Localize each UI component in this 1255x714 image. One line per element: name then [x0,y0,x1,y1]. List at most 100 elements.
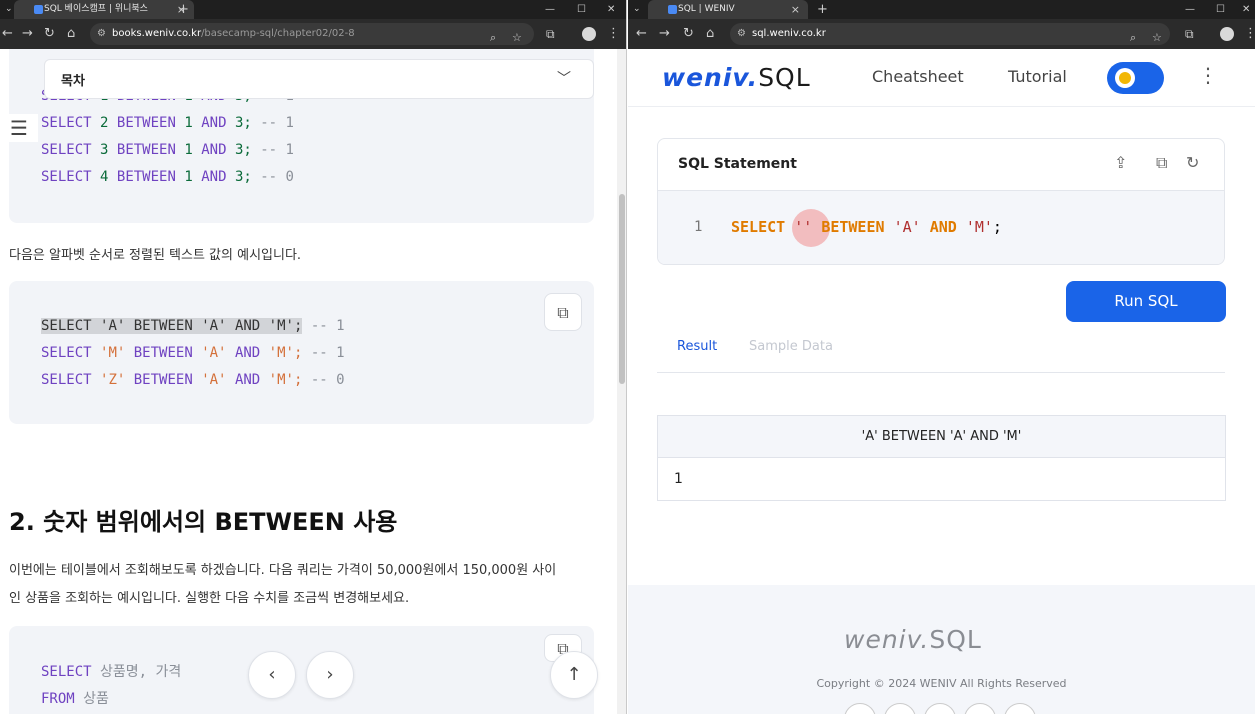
menu-hamburger-icon[interactable]: ☰ [0,114,38,142]
site-footer: weniv.SQL Copyright © 2024 WENIV All Rig… [628,585,1255,714]
code-line: SELECT 'A' BETWEEN 'A' AND 'M'; -- 1 [41,318,345,334]
browser-menu-icon[interactable]: ⋮ [607,25,620,43]
code-line: SELECT 3 BETWEEN 1 AND 3; -- 1 [41,142,294,158]
bookmark-star-icon[interactable]: ☆ [1152,27,1162,49]
url-path: /basecamp-sql/chapter02/02-8 [201,28,355,39]
tab-title: SQL 베이스캠프 | 위니북스 [44,4,148,14]
url-field[interactable]: ⚙ sql.weniv.co.kr ⌕ ☆ [730,23,1170,45]
forward-icon[interactable]: → [659,25,670,43]
extensions-icon[interactable]: ⧉ [546,25,555,43]
right-browser-window: ⌄ SQL | WENIV × + — ☐ ✕ ← → ↻ ⌂ ⚙ sql.we… [628,0,1255,714]
close-window-icon[interactable]: ✕ [607,0,615,19]
sql-editor-panel: SQL Statement ⇪ ⧉ ↻ 1 SELECT '' BETWEEN … [657,138,1225,265]
url-field[interactable]: ⚙ books.weniv.co.kr/basecamp-sql/chapter… [90,23,534,45]
footer-logo: weniv.SQL [844,625,982,654]
code-block-table-query: SELECT 상품명, 가격 FROM 상품 ⧉ [9,626,594,714]
url-host: books.weniv.co.kr [112,28,202,39]
forward-icon[interactable]: → [22,25,33,43]
left-page-content: SELECT 1 BETWEEN 1 AND 3; -- 1 SELECT 2 … [0,49,617,714]
code-block-text-between: SELECT 'A' BETWEEN 'A' AND 'M'; -- 1 SEL… [9,281,594,424]
site-info-icon[interactable]: ⚙ [737,23,746,45]
address-bar: ← → ↻ ⌂ ⚙ books.weniv.co.kr/basecamp-sql… [0,19,626,49]
home-icon[interactable]: ⌂ [67,25,75,43]
page-scrollbar[interactable] [617,49,626,714]
toc-title: 목차 [61,74,85,89]
paragraph-text: 이번에는 테이블에서 조회해보도록 하겠습니다. 다음 쿼리는 가격이 50,0… [9,563,557,578]
reset-icon[interactable]: ↻ [1186,153,1199,172]
browser-tab-weniv-sql[interactable]: SQL | WENIV × [648,0,808,19]
browser-tab-sql-basecamp[interactable]: SQL 베이스캠프 | 위니북스 × [14,0,194,19]
browser-menu-icon[interactable]: ⋮ [1244,25,1255,43]
close-tab-icon[interactable]: × [791,0,800,19]
paragraph-text: 다음은 알파벳 순서로 정렬된 텍스트 값의 예시입니다. [9,248,302,263]
section-heading: 2. 숫자 범위에서의 BETWEEN 사용 [9,508,398,536]
left-browser-window: ⌄ SQL 베이스캠프 | 위니북스 × + — ☐ ✕ ← → ↻ ⌂ ⚙ b… [0,0,627,714]
profile-avatar[interactable] [582,27,596,41]
address-bar: ← → ↻ ⌂ ⚙ sql.weniv.co.kr ⌕ ☆ ⧉ ⋮ [628,19,1255,49]
social-youtube-icon[interactable] [964,703,996,714]
copyright-text: Copyright © 2024 WENIV All Rights Reserv… [816,677,1067,690]
tab-sample-data[interactable]: Sample Data [749,339,833,354]
sql-code-line[interactable]: SELECT '' BETWEEN 'A' AND 'M'; [731,218,1002,236]
minimize-icon[interactable]: — [545,0,555,19]
editor-title: SQL Statement [678,156,797,172]
extensions-icon[interactable]: ⧉ [1185,25,1194,43]
nav-tutorial-link[interactable]: Tutorial [1008,67,1067,86]
code-line: SELECT 2 BETWEEN 1 AND 3; -- 1 [41,115,294,131]
editor-header: SQL Statement ⇪ ⧉ ↻ [658,139,1224,191]
site-favicon-icon [34,5,43,14]
close-window-icon[interactable]: ✕ [1242,0,1250,19]
more-menu-icon[interactable]: ⋮ [1198,63,1218,87]
prev-page-button[interactable]: ‹ [248,651,296,699]
copy-code-button[interactable]: ⧉ [544,293,582,331]
zoom-icon[interactable]: ⌕ [1130,27,1136,49]
result-cell: 1 [674,471,683,487]
tab-result[interactable]: Result [677,339,717,354]
zoom-icon[interactable]: ⌕ [490,27,496,49]
weniv-sql-logo[interactable]: weniv.SQL [662,63,811,92]
new-tab-icon[interactable]: + [178,0,189,19]
reload-icon[interactable]: ↻ [683,25,694,43]
tab-strip: ⌄ SQL | WENIV × + — ☐ ✕ [628,0,1255,19]
back-icon[interactable]: ← [2,25,13,43]
paragraph-text: 인 상품을 조회하는 예시입니다. 실행한 다음 수치를 조금씩 변경해보세요. [9,591,410,606]
social-instagram-icon[interactable] [924,703,956,714]
home-icon[interactable]: ⌂ [706,25,714,43]
result-column-header: 'A' BETWEEN 'A' AND 'M' [658,416,1225,458]
reload-icon[interactable]: ↻ [44,25,55,43]
tab-search-icon[interactable]: ⌄ [5,0,13,19]
tab-title: SQL | WENIV [678,4,735,14]
copy-icon: ⧉ [557,303,569,322]
new-tab-icon[interactable]: + [817,0,828,19]
social-home-icon[interactable] [844,703,876,714]
scrollbar-thumb[interactable] [619,194,625,384]
theme-toggle[interactable] [1107,62,1164,94]
site-info-icon[interactable]: ⚙ [97,23,106,45]
sun-icon [1115,68,1135,88]
toc-dropdown[interactable]: 목차 ﹀ [44,59,594,99]
maximize-icon[interactable]: ☐ [577,0,586,19]
scroll-top-button[interactable]: ↑ [550,651,598,699]
bookmark-star-icon[interactable]: ☆ [512,27,522,49]
run-sql-button[interactable]: Run SQL [1066,281,1226,322]
code-editor[interactable]: 1 SELECT '' BETWEEN 'A' AND 'M'; [658,191,1224,264]
social-blog-icon[interactable] [1004,703,1036,714]
tab-search-icon[interactable]: ⌄ [633,0,641,19]
code-line: FROM 상품 [41,691,109,707]
code-line: SELECT 'Z' BETWEEN 'A' AND 'M'; -- 0 [41,372,345,388]
copy-icon[interactable]: ⧉ [1156,153,1167,173]
line-number: 1 [694,219,703,235]
maximize-icon[interactable]: ☐ [1216,0,1225,19]
site-favicon-icon [668,5,677,14]
code-line: SELECT 'M' BETWEEN 'A' AND 'M'; -- 1 [41,345,345,361]
profile-avatar[interactable] [1220,27,1234,41]
code-line: SELECT 4 BETWEEN 1 AND 3; -- 0 [41,169,294,185]
nav-cheatsheet-link[interactable]: Cheatsheet [872,67,964,86]
arrow-up-icon: ↑ [566,664,582,685]
minimize-icon[interactable]: — [1185,0,1195,19]
chevron-down-icon: ﹀ [557,71,571,87]
upload-icon[interactable]: ⇪ [1114,153,1127,172]
next-page-button[interactable]: › [306,651,354,699]
back-icon[interactable]: ← [636,25,647,43]
social-github-icon[interactable] [884,703,916,714]
